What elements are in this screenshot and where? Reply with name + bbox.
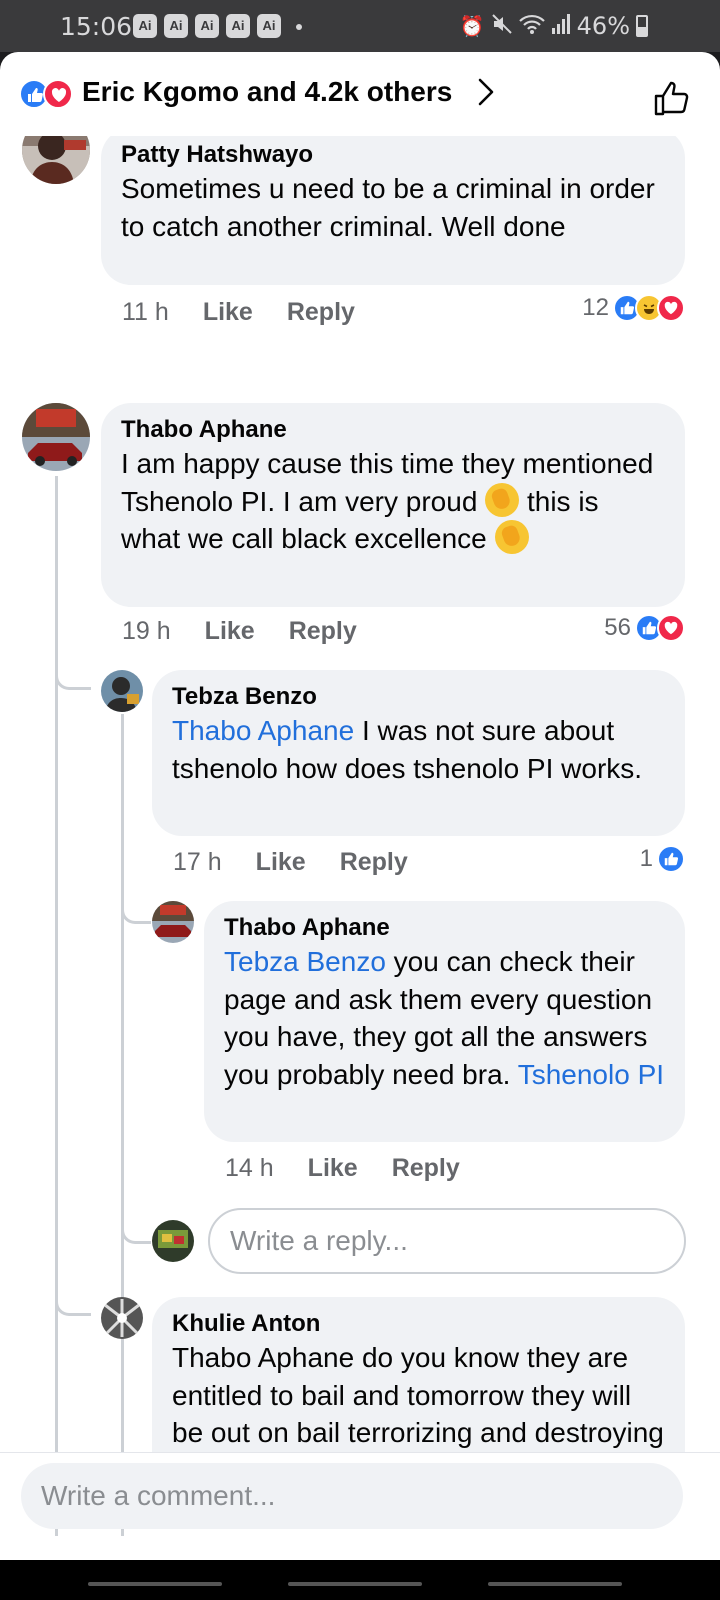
like-button[interactable]: Like (205, 617, 255, 646)
back-button[interactable] (488, 1582, 622, 1586)
ai-badge: Ai (226, 14, 250, 38)
comment-author[interactable]: Khulie Anton (172, 1309, 665, 1339)
comment-author[interactable]: Thabo Aphane (121, 415, 665, 445)
mention-link[interactable]: Tshenolo PI (518, 1059, 664, 1090)
comment-time[interactable]: 14 h (225, 1154, 274, 1183)
reply-button[interactable]: Reply (287, 298, 355, 327)
comment-author[interactable]: Thabo Aphane (224, 913, 665, 943)
ai-badge: Ai (164, 14, 188, 38)
avatar[interactable] (152, 901, 194, 943)
thread-connector (55, 656, 91, 690)
reply-button[interactable]: Reply (340, 848, 408, 877)
comment-composer: Write a comment... (0, 1452, 720, 1529)
comment-time[interactable]: 19 h (122, 617, 171, 646)
comment-time[interactable]: 11 h (122, 298, 169, 327)
thread-line (121, 714, 124, 1536)
comment-author[interactable]: Tebza Benzo (172, 682, 665, 712)
thread-connector (121, 1196, 151, 1244)
love-reaction-icon (657, 294, 685, 322)
reaction-count-number: 56 (604, 614, 631, 641)
thread-connector (55, 1266, 91, 1316)
clap-emoji-icon (494, 520, 529, 554)
comment-input[interactable]: Write a comment... (21, 1463, 683, 1529)
status-time: 15:06 (60, 12, 133, 41)
comment-text: Sometimes u need to be a criminal in ord… (121, 173, 655, 242)
like-reaction-icon (657, 845, 685, 873)
comment-bubble[interactable]: Patty Hatshwayo Sometimes u need to be a… (101, 136, 685, 285)
mute-icon (491, 13, 513, 40)
comment-bubble[interactable]: Thabo Aphane I am happy cause this time … (101, 403, 685, 607)
reaction-count[interactable]: 12 (582, 294, 685, 322)
current-user-avatar[interactable] (152, 1220, 194, 1262)
comment-text: I am happy cause this time they mentione… (121, 445, 665, 558)
reply-bubble[interactable]: Thabo Aphane Tebza Benzo you can check t… (204, 901, 685, 1142)
love-reaction-icon (657, 614, 685, 642)
comment-text: Tebza Benzo you can check their page and… (224, 943, 665, 1093)
ai-badge: Ai (257, 14, 281, 38)
reactions-summary[interactable]: Eric Kgomo and 4.2k others (82, 76, 452, 108)
comment-text: Thabo Aphane I was not sure about tsheno… (172, 712, 665, 787)
alarm-icon: ⏰ (459, 14, 485, 38)
signal-icon (551, 13, 571, 40)
home-button[interactable] (288, 1582, 422, 1586)
like-button[interactable]: Like (203, 298, 253, 327)
avatar[interactable] (22, 403, 90, 471)
mention-link[interactable]: Thabo Aphane (172, 715, 354, 746)
reaction-count[interactable]: 1 (640, 845, 685, 873)
reaction-count-number: 1 (639, 845, 653, 872)
ai-badge: Ai (133, 14, 157, 38)
comments-sheet: Eric Kgomo and 4.2k others Patty Hatshwa… (0, 52, 720, 1560)
status-indicators: ⏰ 46% (460, 12, 648, 40)
system-nav-bar (0, 1560, 720, 1600)
reply-button[interactable]: Reply (392, 1154, 460, 1183)
reaction-count-number: 12 (582, 294, 609, 321)
reaction-count[interactable]: 56 (604, 614, 685, 642)
avatar[interactable] (101, 1297, 143, 1339)
like-button[interactable]: Like (308, 1154, 358, 1183)
avatar[interactable] (101, 670, 143, 712)
ai-badge: Ai (195, 14, 219, 38)
thread-line (55, 476, 58, 1536)
notification-dot (296, 24, 302, 30)
recent-apps-button[interactable] (88, 1582, 222, 1586)
reactions-header[interactable]: Eric Kgomo and 4.2k others (0, 52, 720, 136)
mention-link[interactable]: Tebza Benzo (224, 946, 386, 977)
wifi-icon (518, 13, 545, 40)
ai-badges: Ai Ai Ai Ai Ai (133, 14, 281, 38)
avatar[interactable] (22, 136, 90, 184)
status-bar: 15:06 Ai Ai Ai Ai Ai ⏰ 46% (0, 0, 720, 52)
comment-time[interactable]: 17 h (173, 848, 222, 877)
comment-actions: 11 h Like Reply (122, 298, 355, 327)
like-button[interactable]: Like (256, 848, 306, 877)
reaction-icons (19, 79, 77, 109)
clap-emoji-icon (485, 482, 520, 517)
reply-bubble[interactable]: Tebza Benzo Thabo Aphane I was not sure … (152, 670, 685, 836)
battery-icon (636, 15, 648, 37)
thread-connector (121, 888, 151, 924)
comment-list: Patty Hatshwayo Sometimes u need to be a… (0, 136, 720, 1536)
thumbs-up-icon[interactable] (652, 78, 692, 123)
reply-button[interactable]: Reply (289, 617, 357, 646)
love-reaction-icon (43, 79, 73, 109)
comment-actions: 17 h Like Reply (173, 848, 408, 877)
reply-input[interactable]: Write a reply... (208, 1208, 686, 1274)
comment-actions: 14 h Like Reply (225, 1154, 460, 1183)
battery-percent: 46% (576, 12, 630, 40)
comment-actions: 19 h Like Reply (122, 617, 357, 646)
comment-author[interactable]: Patty Hatshwayo (121, 140, 665, 170)
chevron-right-icon[interactable] (478, 78, 494, 111)
